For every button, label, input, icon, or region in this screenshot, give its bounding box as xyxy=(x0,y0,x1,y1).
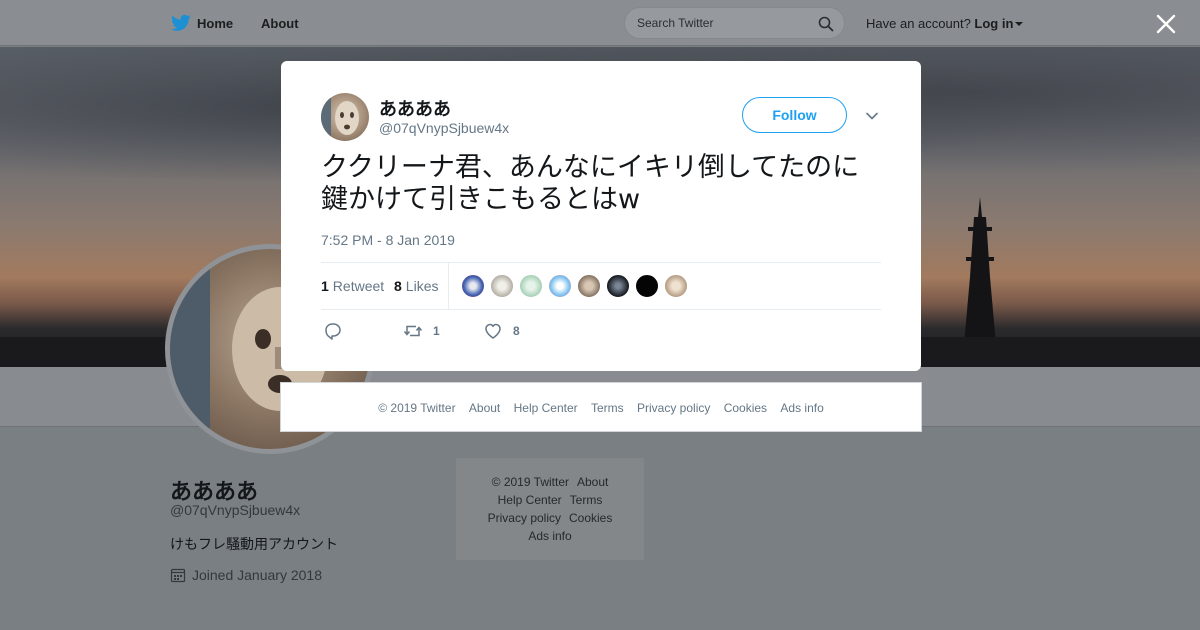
like-button[interactable]: 8 xyxy=(483,321,543,341)
like-count: 8 xyxy=(513,324,520,338)
footer-terms-link[interactable]: Terms xyxy=(591,401,624,415)
joined-date: Joined January 2018 xyxy=(192,567,322,583)
footer-privacy-link[interactable]: Privacy policy xyxy=(488,511,561,525)
liker-avatar[interactable] xyxy=(635,274,659,298)
like-stat-label: Likes xyxy=(405,278,439,294)
footer-ads-link[interactable]: Ads info xyxy=(780,401,823,415)
search-input[interactable] xyxy=(637,15,807,31)
like-stat-count: 8 xyxy=(394,278,402,294)
footer-cookies-link[interactable]: Cookies xyxy=(569,511,612,525)
search-box xyxy=(624,7,845,39)
tweet-modal: ああああ @07qVnypSjbuew4x Follow ククリーナ君、あんなに… xyxy=(281,61,921,371)
account-menu: Have an account? Log in xyxy=(866,16,1024,31)
nav-home-link[interactable]: Home xyxy=(197,16,233,31)
retweet-stat-count: 1 xyxy=(321,278,329,294)
top-navigation: Home About Have an account? Log in xyxy=(0,0,1200,46)
retweet-count: 1 xyxy=(433,324,440,338)
liker-avatar[interactable] xyxy=(664,274,688,298)
like-stat[interactable]: 8 Likes xyxy=(394,278,438,294)
tweet-author-avatar[interactable] xyxy=(321,93,369,141)
retweet-button[interactable]: 1 xyxy=(403,321,463,341)
tweet-author-name[interactable]: ああああ xyxy=(379,95,451,121)
search-icon[interactable] xyxy=(818,16,834,32)
liker-avatar[interactable] xyxy=(606,274,630,298)
caret-down-icon[interactable] xyxy=(1015,22,1024,26)
footer-copyright: © 2019 Twitter xyxy=(491,475,569,489)
side-footer: © 2019 Twitter About Help Center Terms Pri… xyxy=(456,458,644,560)
footer-terms-link[interactable]: Terms xyxy=(570,493,603,507)
login-link[interactable]: Log in xyxy=(974,16,1013,31)
footer-help-link[interactable]: Help Center xyxy=(514,401,578,415)
footer-ads-link[interactable]: Ads info xyxy=(528,529,571,543)
footer-help-link[interactable]: Help Center xyxy=(498,493,562,507)
twitter-bird-icon[interactable] xyxy=(171,14,191,32)
reply-icon xyxy=(325,323,341,340)
retweet-stat[interactable]: 1 Retweet xyxy=(321,278,384,294)
liker-avatar[interactable] xyxy=(490,274,514,298)
nav-about-link[interactable]: About xyxy=(261,16,299,31)
liker-avatar[interactable] xyxy=(461,274,485,298)
footer-privacy-link[interactable]: Privacy policy xyxy=(637,401,710,415)
tweet-author-handle[interactable]: @07qVnypSjbuew4x xyxy=(379,120,509,136)
liker-avatar[interactable] xyxy=(519,274,543,298)
tweet-stats: 1 Retweet 8 Likes xyxy=(321,262,881,310)
tweet-text: ククリーナ君、あんなにイキリ倒してたのに鍵かけて引きこもるとはw xyxy=(321,152,860,215)
liker-avatar[interactable] xyxy=(577,274,601,298)
account-prompt: Have an account? xyxy=(866,16,971,31)
modal-footer: © 2019 Twitter About Help Center Terms P… xyxy=(280,382,922,432)
retweet-stat-label: Retweet xyxy=(332,278,385,294)
tweet-timestamp[interactable]: 7:52 PM - 8 Jan 2019 xyxy=(321,232,455,248)
close-icon[interactable] xyxy=(1154,12,1178,36)
heart-icon xyxy=(485,323,501,339)
footer-cookies-link[interactable]: Cookies xyxy=(724,401,767,415)
reply-button[interactable] xyxy=(323,321,353,341)
calendar-icon xyxy=(170,568,186,583)
profile-handle[interactable]: @07qVnypSjbuew4x xyxy=(170,502,300,518)
profile-joined: Joined January 2018 xyxy=(170,567,322,583)
chevron-down-icon[interactable] xyxy=(865,109,879,123)
footer-copyright: © 2019 Twitter xyxy=(378,401,456,415)
profile-bio: けもフレ騒動用アカウント xyxy=(170,536,338,552)
footer-about-link[interactable]: About xyxy=(469,401,500,415)
footer-about-link[interactable]: About xyxy=(577,475,608,489)
tweet-actions: 1 8 xyxy=(321,319,881,343)
stats-divider xyxy=(448,263,449,309)
liker-avatar[interactable] xyxy=(548,274,572,298)
avatar-face-image xyxy=(335,101,359,135)
retweet-icon xyxy=(403,325,423,337)
follow-button[interactable]: Follow xyxy=(742,97,847,133)
